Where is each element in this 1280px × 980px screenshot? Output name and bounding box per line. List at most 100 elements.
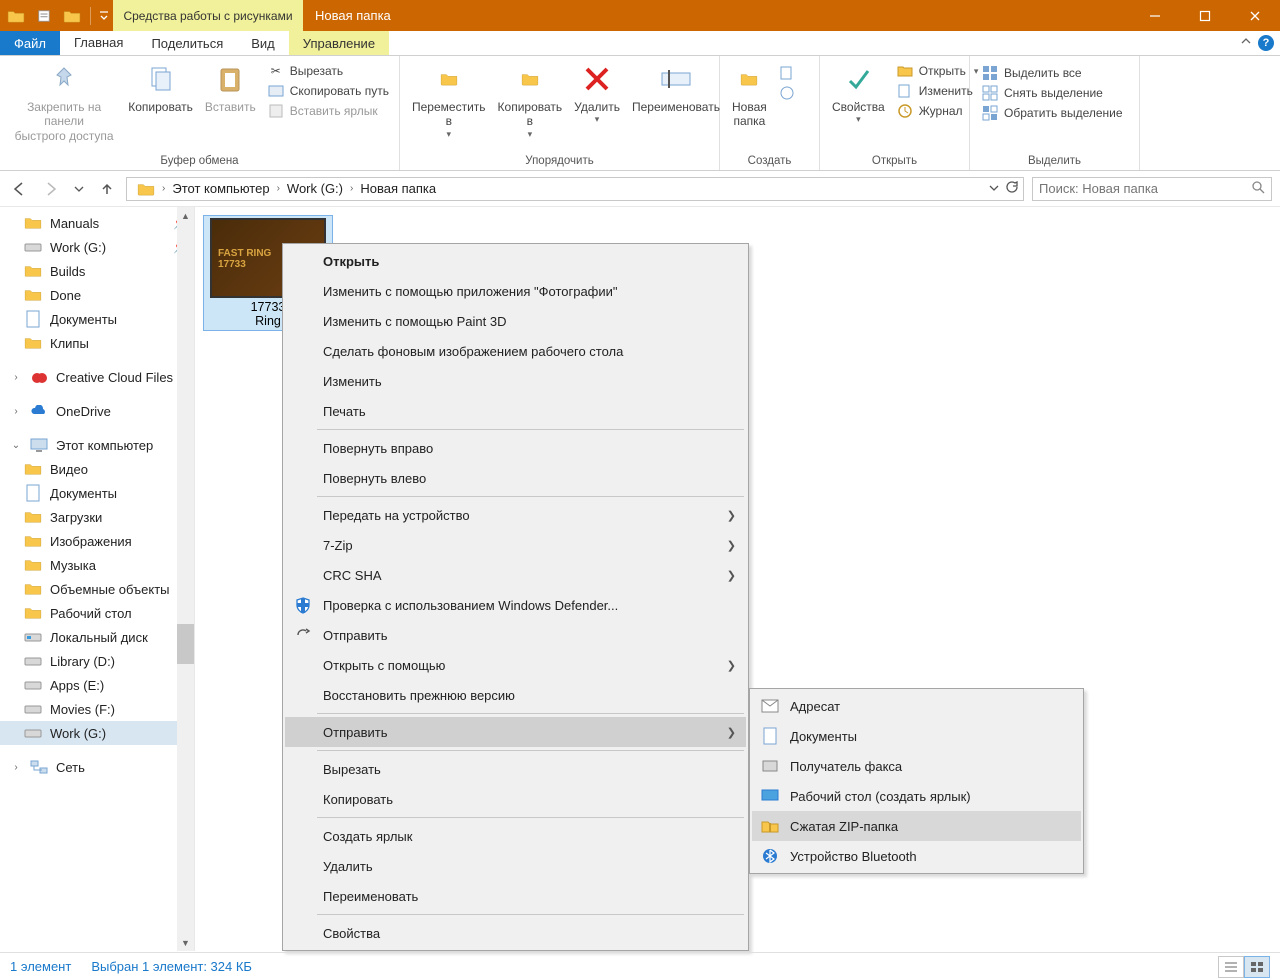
ctx-cast-to-device[interactable]: Передать на устройство❯: [285, 500, 746, 530]
ctx-open[interactable]: Открыть: [285, 246, 746, 276]
rename-button[interactable]: Переименовать: [626, 58, 726, 114]
ctx-edit-photos[interactable]: Изменить с помощью приложения "Фотографи…: [285, 276, 746, 306]
open-button[interactable]: Открыть ▾: [893, 62, 983, 80]
nav-item[interactable]: Library (D:): [0, 649, 194, 673]
ctx-restore-version[interactable]: Восстановить прежнюю версию: [285, 680, 746, 710]
search-box[interactable]: [1032, 177, 1272, 201]
view-details-button[interactable]: [1218, 956, 1244, 978]
qat-dropdown-icon[interactable]: [95, 0, 113, 31]
invert-selection-button[interactable]: Обратить выделение: [978, 104, 1127, 122]
scroll-up-icon[interactable]: ▲: [177, 207, 194, 224]
recent-dropdown-icon[interactable]: [72, 178, 86, 200]
refresh-icon[interactable]: [1005, 180, 1019, 197]
breadcrumb-0[interactable]: Этот компьютер: [166, 181, 275, 196]
nav-item[interactable]: Builds: [0, 259, 194, 283]
address-bar[interactable]: › Этот компьютер› Work (G:)› Новая папка: [126, 177, 1024, 201]
new-item-button[interactable]: [775, 64, 799, 82]
nav-item[interactable]: Клипы: [0, 331, 194, 355]
qat-properties-icon[interactable]: [30, 0, 58, 31]
ctx-defender-scan[interactable]: Проверка с использованием Windows Defend…: [285, 590, 746, 620]
contextual-tool-tab[interactable]: Средства работы с рисунками: [113, 0, 303, 31]
select-all-button[interactable]: Выделить все: [978, 64, 1127, 82]
new-folder-button[interactable]: Новая папка: [726, 58, 773, 129]
up-button[interactable]: [96, 178, 118, 200]
tab-view[interactable]: Вид: [237, 31, 289, 55]
scroll-down-icon[interactable]: ▼: [177, 934, 194, 951]
sendto-compressed-zip[interactable]: Сжатая ZIP-папка: [752, 811, 1081, 841]
easy-access-button[interactable]: [775, 84, 799, 102]
tab-share[interactable]: Поделиться: [137, 31, 237, 55]
sendto-desktop-shortcut[interactable]: Рабочий стол (создать ярлык): [752, 781, 1081, 811]
nav-item[interactable]: Movies (F:): [0, 697, 194, 721]
nav-item-selected[interactable]: Work (G:): [0, 721, 194, 745]
sendto-bluetooth[interactable]: Устройство Bluetooth: [752, 841, 1081, 871]
nav-item[interactable]: Документы: [0, 307, 194, 331]
close-button[interactable]: [1230, 0, 1280, 31]
nav-item[interactable]: Локальный диск: [0, 625, 194, 649]
ctx-edit[interactable]: Изменить: [285, 366, 746, 396]
scroll-thumb[interactable]: [177, 624, 194, 664]
ctx-share[interactable]: Отправить: [285, 620, 746, 650]
nav-item[interactable]: Apps (E:): [0, 673, 194, 697]
nav-creative-cloud[interactable]: ›Creative Cloud Files: [0, 365, 194, 389]
help-icon[interactable]: ?: [1258, 35, 1274, 51]
paste-shortcut-button[interactable]: Вставить ярлык: [264, 102, 393, 120]
breadcrumb-root-icon[interactable]: [131, 182, 161, 196]
nav-item[interactable]: Manuals📌: [0, 211, 194, 235]
cut-button[interactable]: ✂Вырезать: [264, 62, 393, 80]
ctx-print[interactable]: Печать: [285, 396, 746, 426]
tab-home[interactable]: Главная: [60, 31, 137, 55]
ctx-delete[interactable]: Удалить: [285, 851, 746, 881]
ctx-7zip[interactable]: 7-Zip❯: [285, 530, 746, 560]
folder-icon[interactable]: [2, 0, 30, 31]
ctx-cut[interactable]: Вырезать: [285, 754, 746, 784]
nav-item[interactable]: Объемные объекты: [0, 577, 194, 601]
nav-item[interactable]: Рабочий стол: [0, 601, 194, 625]
nav-item[interactable]: Документы: [0, 481, 194, 505]
qat-new-folder-icon[interactable]: [58, 0, 86, 31]
search-icon[interactable]: [1251, 180, 1265, 197]
ctx-rename[interactable]: Переименовать: [285, 881, 746, 911]
collapse-ribbon-icon[interactable]: [1240, 36, 1252, 51]
forward-button[interactable]: [40, 178, 62, 200]
nav-item[interactable]: Видео: [0, 457, 194, 481]
paste-button[interactable]: Вставить: [199, 58, 262, 114]
nav-item[interactable]: Work (G:)📌: [0, 235, 194, 259]
edit-button[interactable]: Изменить: [893, 82, 983, 100]
select-none-button[interactable]: Снять выделение: [978, 84, 1127, 102]
nav-onedrive[interactable]: ›OneDrive: [0, 399, 194, 423]
history-button[interactable]: Журнал: [893, 102, 983, 120]
nav-item[interactable]: Музыка: [0, 553, 194, 577]
ctx-create-shortcut[interactable]: Создать ярлык: [285, 821, 746, 851]
delete-button[interactable]: Удалить▾: [568, 58, 626, 125]
ctx-set-wallpaper[interactable]: Сделать фоновым изображением рабочего ст…: [285, 336, 746, 366]
copy-path-button[interactable]: Скопировать путь: [264, 82, 393, 100]
pin-to-quick-access-button[interactable]: Закрепить на панели быстрого доступа: [6, 58, 122, 143]
ctx-open-with[interactable]: Открыть с помощью❯: [285, 650, 746, 680]
copy-to-button[interactable]: Копировать в▾: [492, 58, 569, 140]
breadcrumb-1[interactable]: Work (G:): [281, 181, 349, 196]
address-dropdown-icon[interactable]: [989, 182, 999, 196]
breadcrumb-2[interactable]: Новая папка: [354, 181, 442, 196]
back-button[interactable]: [8, 178, 30, 200]
tab-file[interactable]: Файл: [0, 31, 60, 55]
nav-item[interactable]: Done: [0, 283, 194, 307]
nav-item[interactable]: Изображения: [0, 529, 194, 553]
ctx-crc-sha[interactable]: CRC SHA❯: [285, 560, 746, 590]
sendto-fax-recipient[interactable]: Получатель факса: [752, 751, 1081, 781]
sendto-mail-recipient[interactable]: Адресат: [752, 691, 1081, 721]
ctx-rotate-right[interactable]: Повернуть вправо: [285, 433, 746, 463]
ctx-rotate-left[interactable]: Повернуть влево: [285, 463, 746, 493]
nav-scrollbar[interactable]: ▲ ▼: [177, 207, 194, 951]
ctx-send-to[interactable]: Отправить❯: [285, 717, 746, 747]
sendto-documents[interactable]: Документы: [752, 721, 1081, 751]
ctx-copy[interactable]: Копировать: [285, 784, 746, 814]
view-large-icons-button[interactable]: [1244, 956, 1270, 978]
move-to-button[interactable]: Переместить в▾: [406, 58, 492, 140]
properties-button[interactable]: Свойства▾: [826, 58, 891, 125]
tab-manage[interactable]: Управление: [289, 31, 389, 55]
copy-button[interactable]: Копировать: [122, 58, 199, 114]
maximize-button[interactable]: [1180, 0, 1230, 31]
nav-item[interactable]: Загрузки: [0, 505, 194, 529]
minimize-button[interactable]: [1130, 0, 1180, 31]
